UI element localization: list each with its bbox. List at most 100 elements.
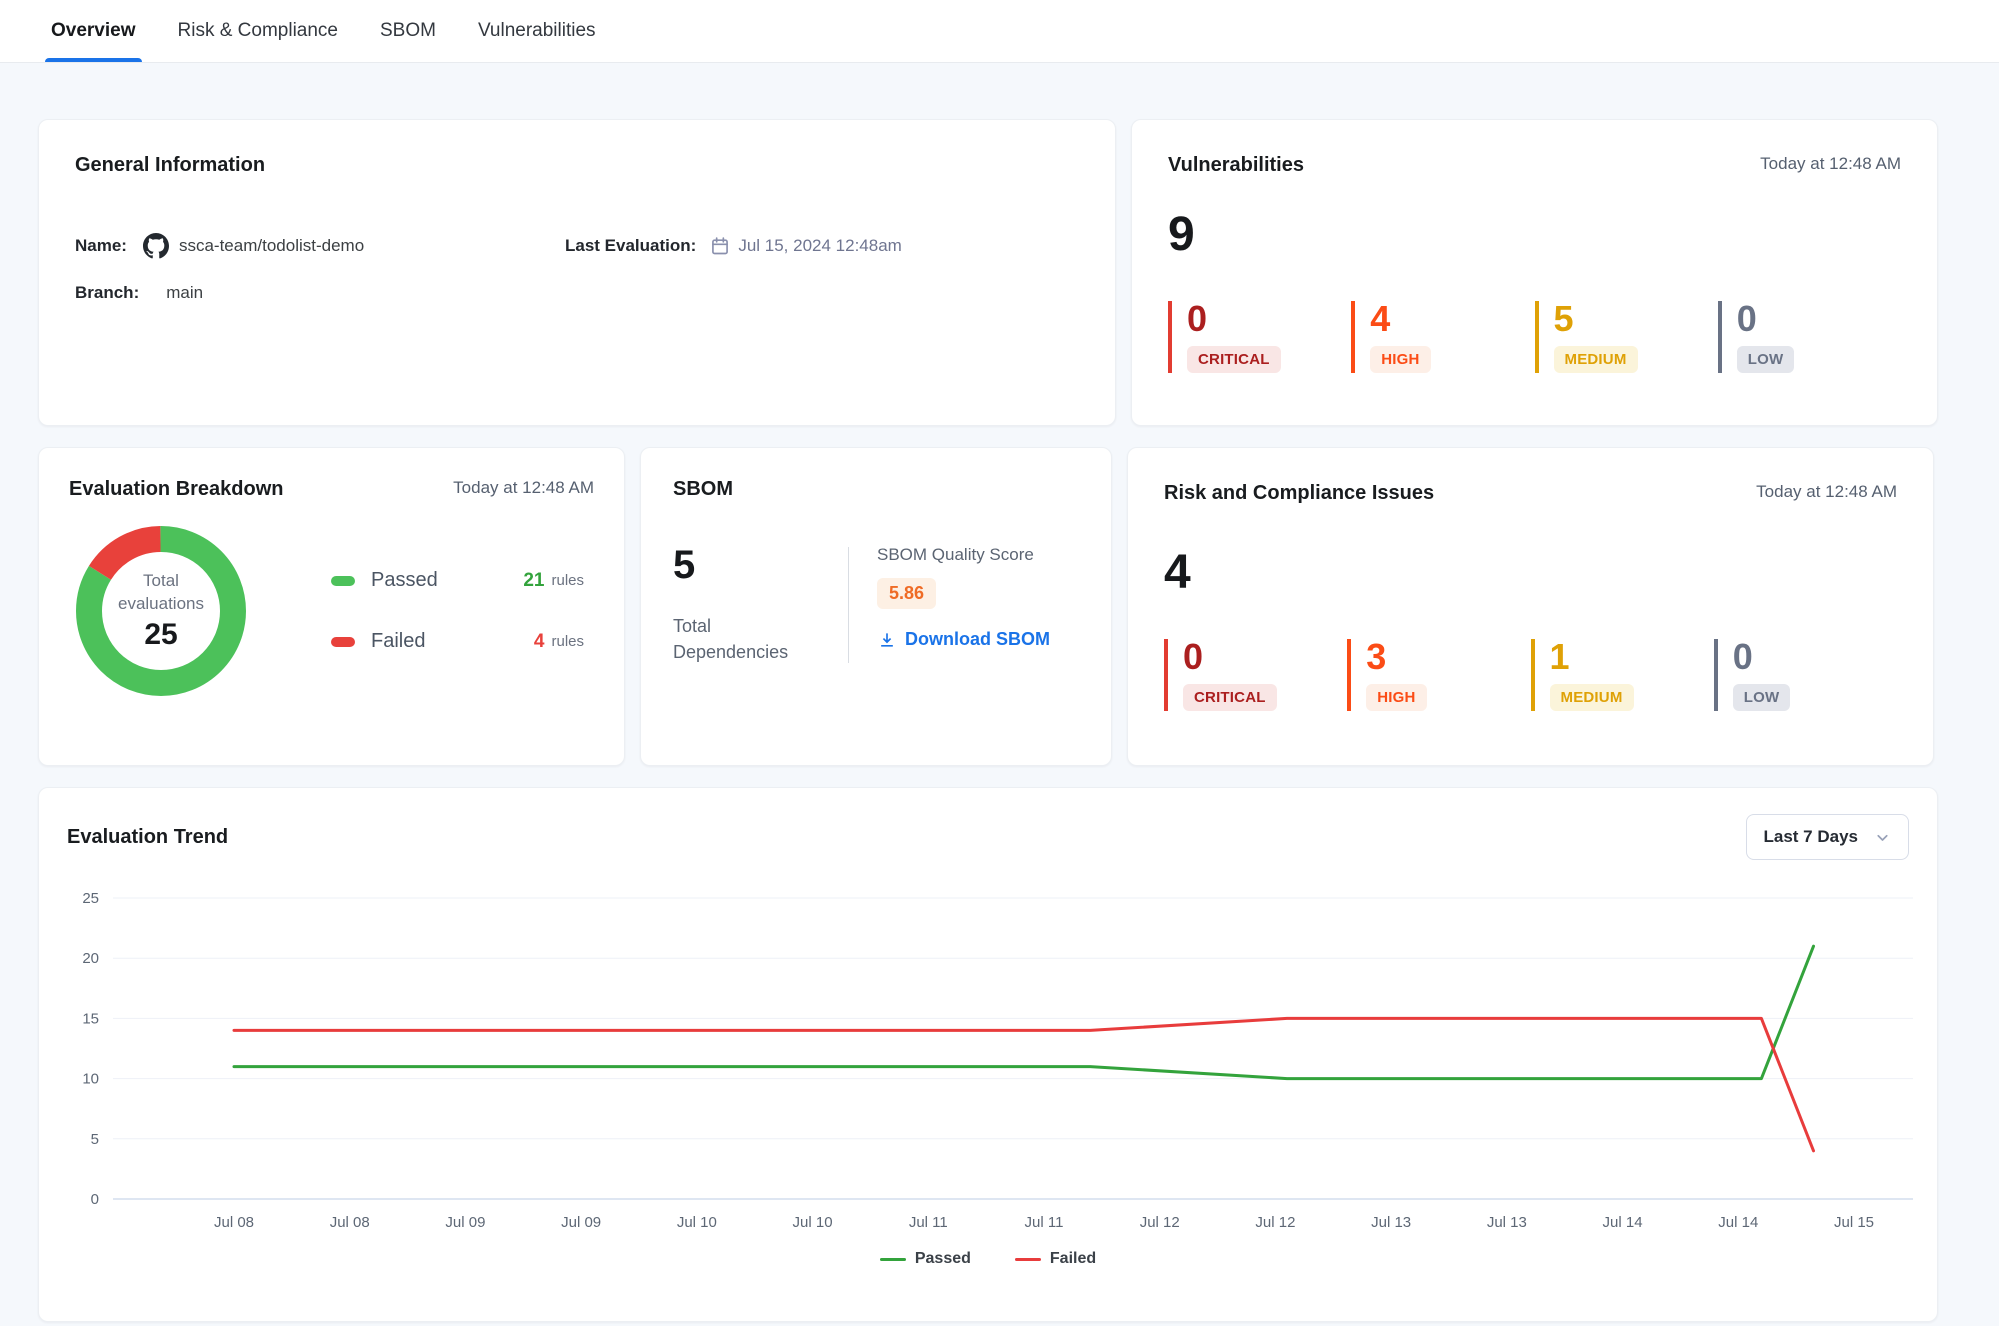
vuln-critical-item: 0 CRITICAL xyxy=(1168,301,1351,373)
evaluation-breakdown-content: Total evaluations 25 Passed 21 rules xyxy=(69,525,594,697)
sbom-quality-score-value: 5.86 xyxy=(877,578,936,609)
passed-swatch-icon xyxy=(331,576,355,586)
chevron-down-icon xyxy=(1874,829,1891,846)
evaluations-donut-chart: Total evaluations 25 xyxy=(75,525,247,697)
vuln-high-count: 4 xyxy=(1370,301,1534,337)
sbom-quality-score-label: SBOM Quality Score xyxy=(877,545,1050,565)
total-dependencies-label: Total Dependencies xyxy=(673,613,813,665)
x-tick-label: Jul 14 xyxy=(1603,1214,1643,1231)
donut-center: Total evaluations 25 xyxy=(75,525,247,697)
failed-swatch-icon xyxy=(331,637,355,647)
vulnerabilities-timestamp: Today at 12:48 AM xyxy=(1760,154,1901,174)
branch-value: main xyxy=(166,283,203,303)
tab-vulnerabilities[interactable]: Vulnerabilities xyxy=(478,0,596,62)
tab-sbom[interactable]: SBOM xyxy=(380,0,436,62)
failed-rules-count: 4 xyxy=(534,631,545,653)
evaluation-breakdown-header: Evaluation Breakdown Today at 12:48 AM xyxy=(69,478,594,501)
x-tick-label: Jul 14 xyxy=(1718,1214,1758,1231)
vulnerabilities-severity-row: 0 CRITICAL 4 HIGH 5 MEDIUM 0 LOW xyxy=(1168,301,1901,373)
sbom-totals: 5 Total Dependencies xyxy=(673,545,848,665)
repo-name-value[interactable]: ssca-team/todolist-demo xyxy=(179,236,364,256)
evaluation-breakdown-timestamp: Today at 12:48 AM xyxy=(453,478,594,498)
repo-name-row: Name: ssca-team/todolist-demo xyxy=(75,233,565,259)
risk-critical-badge: CRITICAL xyxy=(1183,684,1277,711)
risk-compliance-header: Risk and Compliance Issues Today at 12:4… xyxy=(1164,482,1897,505)
tab-risk-compliance[interactable]: Risk & Compliance xyxy=(178,0,339,62)
risk-low-badge: LOW xyxy=(1733,684,1791,711)
risk-compliance-title: Risk and Compliance Issues xyxy=(1164,482,1434,505)
risk-medium-count: 1 xyxy=(1550,639,1714,675)
x-tick-label: Jul 12 xyxy=(1140,1214,1180,1231)
donut-center-value: 25 xyxy=(144,618,177,652)
evaluation-breakdown-legend: Passed 21 rules Failed 4 rules xyxy=(331,569,594,653)
x-tick-label: Jul 09 xyxy=(445,1214,485,1231)
vuln-medium-item: 5 MEDIUM xyxy=(1535,301,1718,373)
date-range-dropdown[interactable]: Last 7 Days xyxy=(1746,814,1910,860)
y-tick-label: 0 xyxy=(91,1191,99,1208)
y-tick-label: 25 xyxy=(82,890,99,907)
vulnerabilities-card-header: Vulnerabilities Today at 12:48 AM xyxy=(1168,154,1901,177)
vuln-medium-count: 5 xyxy=(1554,301,1718,337)
y-tick-label: 20 xyxy=(82,950,99,967)
row-1: General Information Name: ssca-team/todo… xyxy=(38,119,1938,426)
name-label: Name: xyxy=(75,236,127,256)
risk-compliance-timestamp: Today at 12:48 AM xyxy=(1756,482,1897,502)
evaluation-trend-header: Evaluation Trend Last 7 Days xyxy=(39,814,1937,860)
dashboard-page: Overview Risk & Compliance SBOM Vulnerab… xyxy=(0,0,1999,1326)
y-tick-label: 5 xyxy=(91,1131,99,1148)
calendar-icon xyxy=(710,236,730,256)
risk-low-count: 0 xyxy=(1733,639,1897,675)
evaluation-breakdown-card: Evaluation Breakdown Today at 12:48 AM T… xyxy=(38,447,625,766)
row-2: Evaluation Breakdown Today at 12:48 AM T… xyxy=(38,447,1938,766)
x-tick-label: Jul 12 xyxy=(1255,1214,1295,1231)
trend-line-passed xyxy=(234,946,1814,1078)
y-tick-label: 10 xyxy=(82,1071,99,1088)
tab-risk-compliance-label: Risk & Compliance xyxy=(178,20,339,42)
tab-sbom-label: SBOM xyxy=(380,20,436,42)
trend-line-failed xyxy=(234,1018,1814,1150)
x-tick-label: Jul 08 xyxy=(330,1214,370,1231)
evaluation-trend-title: Evaluation Trend xyxy=(67,826,228,849)
risk-high-badge: HIGH xyxy=(1366,684,1426,711)
legend-item-failed[interactable]: Failed xyxy=(1015,1250,1096,1268)
trend-legend: Passed Failed xyxy=(39,1250,1937,1268)
legend-label-failed: Failed xyxy=(1050,1250,1096,1268)
general-information-title: General Information xyxy=(75,154,1079,177)
x-tick-label: Jul 11 xyxy=(909,1214,948,1231)
risk-medium-badge: MEDIUM xyxy=(1550,684,1634,711)
passed-rules-count: 21 xyxy=(523,570,544,592)
date-range-value: Last 7 Days xyxy=(1764,827,1859,847)
tab-bar: Overview Risk & Compliance SBOM Vulnerab… xyxy=(0,0,1999,63)
passed-rules-unit: rules xyxy=(551,572,584,589)
vuln-high-badge: HIGH xyxy=(1370,346,1430,373)
general-information-row-1: Name: ssca-team/todolist-demo Last Evalu… xyxy=(75,233,1079,259)
x-tick-label: Jul 11 xyxy=(1025,1214,1064,1231)
x-tick-label: Jul 13 xyxy=(1487,1214,1527,1231)
failed-label: Failed xyxy=(371,630,534,653)
risk-low-item: 0 LOW xyxy=(1714,639,1897,711)
download-sbom-label: Download SBOM xyxy=(905,629,1050,650)
download-sbom-link[interactable]: Download SBOM xyxy=(877,629,1050,650)
vulnerabilities-title: Vulnerabilities xyxy=(1168,154,1304,177)
sbom-title: SBOM xyxy=(673,478,1079,501)
branch-row: Branch: main xyxy=(75,283,1079,303)
github-icon xyxy=(143,233,169,259)
dashboard-content: General Information Name: ssca-team/todo… xyxy=(0,63,1999,1322)
general-information-rows: Name: ssca-team/todolist-demo Last Evalu… xyxy=(75,233,1079,303)
legend-item-passed[interactable]: Passed xyxy=(880,1250,971,1268)
last-evaluation-row: Last Evaluation: Jul 15, 2024 12:48am xyxy=(565,236,902,256)
sbom-content: 5 Total Dependencies SBOM Quality Score … xyxy=(673,545,1079,665)
vuln-medium-badge: MEDIUM xyxy=(1554,346,1638,373)
vuln-critical-badge: CRITICAL xyxy=(1187,346,1281,373)
passed-label: Passed xyxy=(371,569,523,592)
tab-overview[interactable]: Overview xyxy=(51,0,136,62)
risk-critical-item: 0 CRITICAL xyxy=(1164,639,1347,711)
sbom-card: SBOM 5 Total Dependencies SBOM Quality S… xyxy=(640,447,1112,766)
risk-compliance-total: 4 xyxy=(1164,549,1897,597)
sbom-quality: SBOM Quality Score 5.86 Download SBOM xyxy=(849,545,1050,665)
vuln-low-count: 0 xyxy=(1737,301,1901,337)
x-tick-label: Jul 15 xyxy=(1834,1214,1874,1231)
branch-label: Branch: xyxy=(75,283,139,303)
x-tick-label: Jul 09 xyxy=(561,1214,601,1231)
risk-compliance-card: Risk and Compliance Issues Today at 12:4… xyxy=(1127,447,1934,766)
